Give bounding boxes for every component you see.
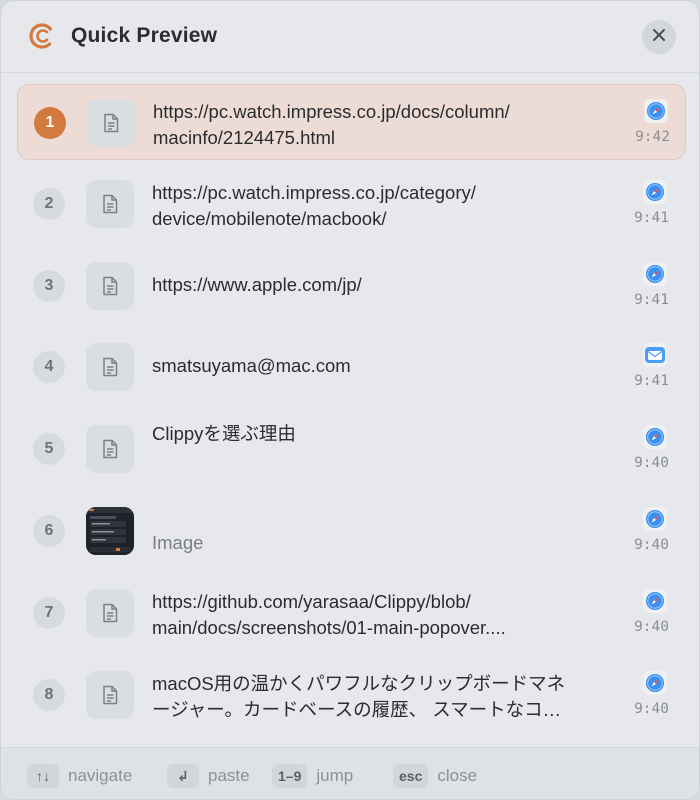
hint-label: close [437,766,478,785]
document-icon [86,589,134,637]
document-icon [86,180,134,228]
item-index-badge: 8 [33,679,65,711]
keyboard-hints-bar: ↑↓ navigate ↲ paste 1–9 jump esc close [1,747,699,799]
safari-icon [643,425,667,449]
safari-icon [643,507,667,531]
item-index-badge: 2 [33,188,65,220]
safari-icon [643,589,667,613]
item-time: 9:41 [634,210,669,226]
header: Quick Preview [1,1,699,73]
document-icon [86,343,134,391]
document-icon [86,425,134,473]
item-index-badge: 5 [33,433,65,465]
item-index-badge: 3 [33,270,65,302]
mail-icon [643,343,667,367]
safari-icon [644,99,668,123]
item-text: Image [152,532,204,553]
item-index-badge: 1 [34,107,66,139]
hint-label: paste [208,766,250,785]
close-icon [652,28,666,47]
item-index-badge: 4 [33,351,65,383]
item-text: macOS用の温かくパワフルなクリップボードマネ ージャー。カードベースの履歴、… [152,673,566,720]
list-item[interactable]: 7 https://github.com/yarasaa/Clippy/blob… [17,575,686,651]
item-time: 9:40 [634,701,669,717]
item-text: https://pc.watch.impress.co.jp/category/… [152,182,476,229]
item-time: 9:40 [634,619,669,635]
item-text: smatsuyama@mac.com [152,355,351,376]
clippy-logo-icon [29,23,55,49]
key-return: ↲ [167,764,199,788]
close-button[interactable] [642,20,676,54]
item-time: 9:42 [635,129,670,145]
hint-paste: ↲ paste [167,764,250,788]
hint-close: esc close [393,764,477,788]
list-item[interactable]: 2 https://pc.watch.impress.co.jp/categor… [17,166,686,242]
item-text: https://github.com/yarasaa/Clippy/blob/ … [152,591,506,638]
list-item[interactable]: 1 https://pc.watch.impress.co.jp/docs/co… [17,84,686,160]
hint-jump: 1–9 jump [272,764,353,788]
hint-label: jump [316,766,354,785]
item-time: 9:41 [634,373,669,389]
item-text: Clippyを選ぶ理由 [152,423,296,444]
list-item[interactable]: 6 Image 9:40 [17,493,686,569]
item-time: 9:41 [634,292,669,308]
list-item[interactable]: 5 Clippyを選ぶ理由 9:40 [17,411,686,487]
key-numbers: 1–9 [272,764,308,788]
document-icon [86,262,134,310]
list-item[interactable]: 3 https://www.apple.com/jp/ 9:41 [17,248,686,324]
page-title: Quick Preview [71,24,218,47]
item-time: 9:40 [634,537,669,553]
safari-icon [643,671,667,695]
safari-icon [643,180,667,204]
key-arrows: ↑↓ [27,764,59,788]
hint-label: navigate [68,766,133,785]
item-index-badge: 6 [33,515,65,547]
list-item[interactable]: 4 smatsuyama@mac.com 9:41 [17,329,686,405]
image-thumbnail [86,507,134,555]
key-esc: esc [393,764,429,788]
document-icon [87,99,135,147]
hint-navigate: ↑↓ navigate [27,764,132,788]
item-text: https://pc.watch.impress.co.jp/docs/colu… [153,101,510,148]
item-time: 9:40 [634,455,669,471]
quick-preview-window: Quick Preview 1 https://pc.watch.impress… [0,0,700,800]
item-text: https://www.apple.com/jp/ [152,274,362,295]
item-index-badge: 7 [33,597,65,629]
list-item[interactable]: 8 macOS用の温かくパワフルなクリップボードマネ ージャー。カードベースの履… [17,657,686,733]
document-icon [86,671,134,719]
safari-icon [643,262,667,286]
